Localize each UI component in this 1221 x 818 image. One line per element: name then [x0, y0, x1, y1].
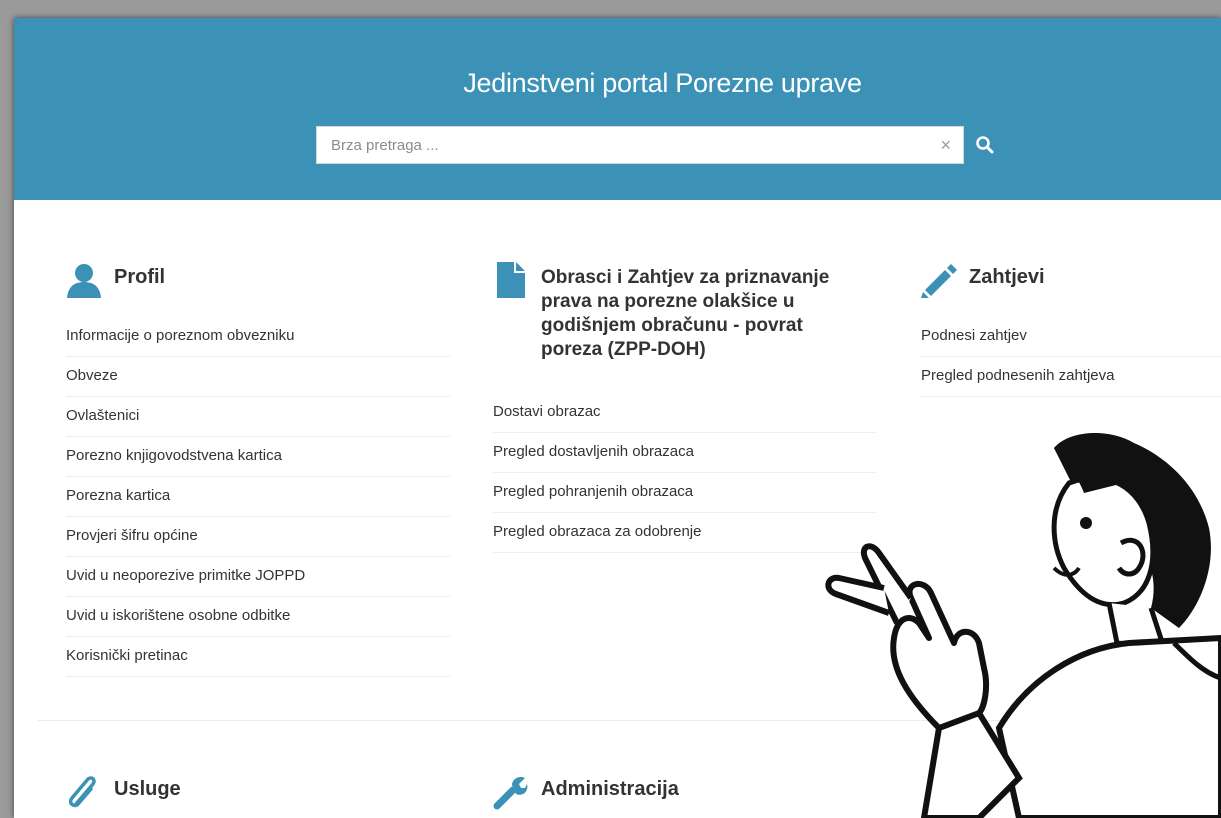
link-uvid-neoporezive-primitke[interactable]: Uvid u neoporezive primitke JOPPD: [66, 557, 450, 597]
obrasci-title-line: poreza (ZPP-DOH): [541, 339, 706, 360]
link-provjeri-sifru-opcine[interactable]: Provjeri šifru općine: [66, 517, 450, 557]
zahtjevi-links: Podnesi zahtjev Pregled podnesenih zahtj…: [921, 317, 1221, 397]
link-uvid-osobne-odbitke[interactable]: Uvid u iskorištene osobne odbitke: [66, 597, 450, 637]
search-input[interactable]: [317, 127, 917, 163]
link-podnesi-zahtjev[interactable]: Podnesi zahtjev: [921, 317, 1221, 357]
link-korisnicki-pretinac[interactable]: Korisnički pretinac: [66, 637, 450, 677]
search-icon[interactable]: [974, 134, 996, 156]
zahtjevi-title: Zahtjevi: [969, 266, 1045, 288]
obrasci-title-line: godišnjem obračunu - povrat: [541, 315, 803, 336]
link-dostavi-obrazac[interactable]: Dostavi obrazac: [493, 393, 877, 433]
obrasci-title-line: Obrasci i Zahtjev za priznavanje: [541, 267, 830, 288]
link-porezna-kartica[interactable]: Porezna kartica: [66, 477, 450, 517]
page-title: Jedinstveni portal Porezne uprave: [463, 68, 862, 98]
obrasci-title: Obrasci i Zahtjev za priznavanje prava n…: [541, 266, 829, 362]
clear-search-icon[interactable]: ×: [940, 135, 951, 155]
link-porezno-knjigovodstvena-kartica[interactable]: Porezno knjigovodstvena kartica: [66, 437, 450, 477]
header-banner: Jedinstveni portal Porezne uprave ×: [14, 18, 1221, 200]
search-box: ×: [316, 126, 964, 164]
link-pregled-podnesenih-zahtjeva[interactable]: Pregled podnesenih zahtjeva: [921, 357, 1221, 397]
usluge-title: Usluge: [114, 778, 181, 800]
paperclip-icon: [68, 776, 96, 808]
link-informacije-o-poreznom-obvezniku[interactable]: Informacije o poreznom obvezniku: [66, 317, 450, 357]
wrench-icon: [493, 776, 528, 810]
link-ovlastenici[interactable]: Ovlaštenici: [66, 397, 450, 437]
administracija-title: Administracija: [541, 778, 679, 800]
pointing-person-illustration: [825, 432, 1221, 818]
profil-title: Profil: [114, 266, 166, 288]
portal-window: Jedinstveni portal Porezne uprave × Prof…: [14, 18, 1221, 818]
user-icon: [67, 264, 101, 298]
pencil-icon: [921, 264, 957, 298]
link-obveze[interactable]: Obveze: [66, 357, 450, 397]
profil-links: Informacije o poreznom obvezniku Obveze …: [66, 317, 450, 677]
document-icon: [497, 262, 525, 298]
obrasci-title-line: prava na porezne olakšice u: [541, 291, 795, 312]
